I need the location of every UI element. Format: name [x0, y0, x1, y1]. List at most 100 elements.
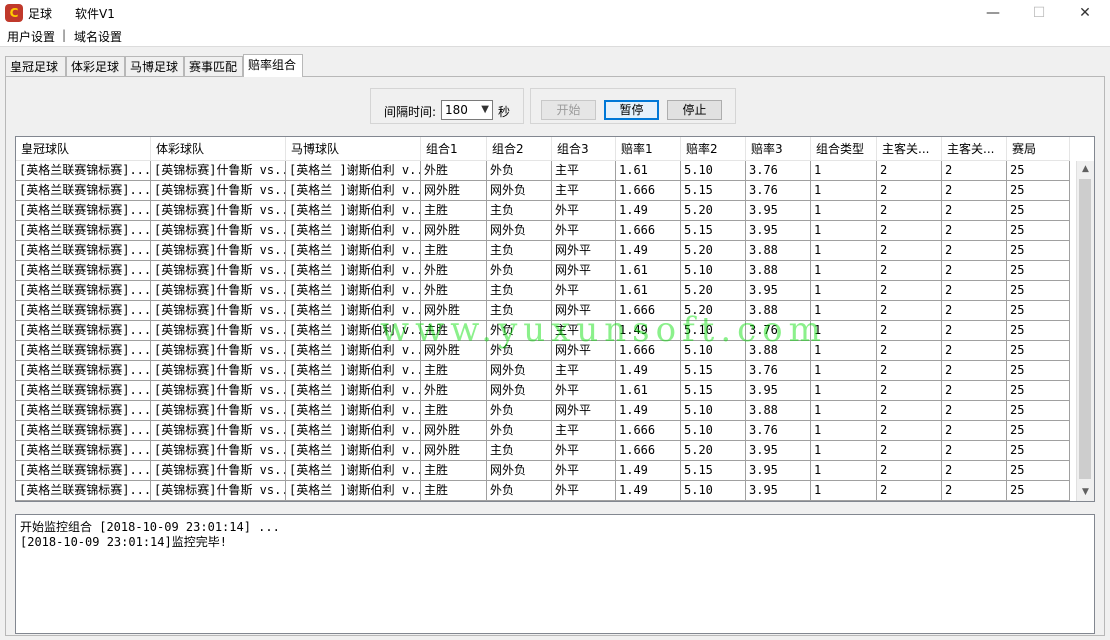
- table-cell: 25: [1007, 481, 1070, 501]
- table-cell: 5.20: [681, 441, 746, 461]
- table-cell: [英格兰 ]谢斯伯利 v...: [286, 181, 421, 201]
- table-cell: 外负: [487, 341, 552, 361]
- table-cell: 网外胜: [421, 421, 487, 441]
- table-cell: 网外负: [487, 361, 552, 381]
- table-cell: 1.666: [616, 421, 681, 441]
- stop-button[interactable]: 停止: [667, 100, 722, 120]
- tab-odds-combination[interactable]: 赔率组合: [243, 54, 303, 77]
- table-cell: 2: [877, 421, 942, 441]
- table-cell: [英格兰联赛锦标赛]...: [16, 361, 151, 381]
- table-cell: 主平: [552, 321, 616, 341]
- table-cell: 网外负: [487, 461, 552, 481]
- interval-unit: 秒: [498, 105, 511, 119]
- table-cell: [英格兰 ]谢斯伯利 v...: [286, 281, 421, 301]
- table-cell: 5.10: [681, 341, 746, 361]
- column-header[interactable]: 赛局: [1007, 137, 1070, 161]
- log-output[interactable]: 开始监控组合 [2018-10-09 23:01:14] ... [2018-10…: [15, 514, 1095, 634]
- table-cell: 25: [1007, 181, 1070, 201]
- table-cell: [英格兰 ]谢斯伯利 v...: [286, 301, 421, 321]
- table-cell: 外胜: [421, 161, 487, 181]
- scroll-down-icon[interactable]: ▼: [1077, 484, 1094, 501]
- vertical-scrollbar[interactable]: ▲ ▼: [1076, 161, 1094, 501]
- tab-crown-football[interactable]: 皇冠足球: [5, 56, 66, 76]
- table-cell: 3.95: [746, 201, 811, 221]
- pause-button[interactable]: 暂停: [604, 100, 659, 120]
- table-cell: 外胜: [421, 381, 487, 401]
- table-cell: 1: [811, 421, 877, 441]
- table-cell: [英格兰 ]谢斯伯利 v...: [286, 161, 421, 181]
- column-header[interactable]: 组合3: [552, 137, 616, 161]
- column-header[interactable]: 马博球队: [286, 137, 421, 161]
- table-cell: 3.95: [746, 481, 811, 501]
- start-button[interactable]: 开始: [541, 100, 596, 120]
- close-button[interactable]: ✕: [1062, 0, 1108, 26]
- table-cell: 3.76: [746, 361, 811, 381]
- column-header[interactable]: 皇冠球队: [16, 137, 151, 161]
- table-cell: 1: [811, 161, 877, 181]
- table-cell: 2: [942, 281, 1007, 301]
- table-cell: 外平: [552, 481, 616, 501]
- table-cell: [英锦标赛]什鲁斯 vs...: [151, 281, 286, 301]
- table-cell: [英锦标赛]什鲁斯 vs...: [151, 481, 286, 501]
- table-cell: [英格兰联赛锦标赛]...: [16, 261, 151, 281]
- table-cell: 2: [942, 481, 1007, 501]
- table-cell: 主负: [487, 301, 552, 321]
- table-cell: 外负: [487, 481, 552, 501]
- maximize-button[interactable]: ☐: [1016, 0, 1062, 26]
- column-header[interactable]: 赔率1: [616, 137, 681, 161]
- table-cell: 5.20: [681, 201, 746, 221]
- column-header[interactable]: 组合类型: [811, 137, 877, 161]
- interval-select[interactable]: 180 ▼: [441, 100, 493, 120]
- table-cell: 2: [942, 341, 1007, 361]
- table-cell: 主负: [487, 281, 552, 301]
- scroll-up-icon[interactable]: ▲: [1077, 161, 1094, 178]
- table-cell: 2: [942, 201, 1007, 221]
- table-cell: [英格兰联赛锦标赛]...: [16, 401, 151, 421]
- table-cell: 25: [1007, 241, 1070, 261]
- column-header[interactable]: 组合2: [487, 137, 552, 161]
- tab-lottery-football[interactable]: 体彩足球: [66, 56, 125, 76]
- table-cell: [英锦标赛]什鲁斯 vs...: [151, 261, 286, 281]
- tab-match-pairing[interactable]: 赛事匹配: [184, 56, 243, 76]
- table-cell: [英锦标赛]什鲁斯 vs...: [151, 161, 286, 181]
- table-cell: [英锦标赛]什鲁斯 vs...: [151, 201, 286, 221]
- column-header[interactable]: 赔率2: [681, 137, 746, 161]
- app-name: 足球: [28, 7, 53, 21]
- menu-bar: 用户设置 | 域名设置: [0, 26, 1110, 47]
- table-cell: 1: [811, 201, 877, 221]
- column-header[interactable]: 主客关...: [942, 137, 1007, 161]
- table-cell: 1.666: [616, 341, 681, 361]
- minimize-button[interactable]: —: [970, 0, 1016, 26]
- table-cell: [英锦标赛]什鲁斯 vs...: [151, 361, 286, 381]
- table-cell: 1.49: [616, 201, 681, 221]
- table-cell: 2: [877, 161, 942, 181]
- table-cell: [英格兰联赛锦标赛]...: [16, 421, 151, 441]
- table-cell: 主胜: [421, 361, 487, 381]
- table-cell: 2: [942, 421, 1007, 441]
- column-header[interactable]: 赔率3: [746, 137, 811, 161]
- table-cell: [英格兰联赛锦标赛]...: [16, 441, 151, 461]
- table-cell: 外负: [487, 421, 552, 441]
- odds-table[interactable]: 皇冠球队 体彩球队 马博球队 组合1 组合2 组合3 赔率1 赔率2 赔率3 组合类型 主客关...…: [15, 136, 1095, 502]
- table-cell: 主胜: [421, 401, 487, 421]
- table-cell: 主负: [487, 441, 552, 461]
- table-cell: [英格兰 ]谢斯伯利 v...: [286, 461, 421, 481]
- menu-domain-settings[interactable]: 域名设置: [74, 28, 122, 45]
- table-cell: [英格兰联赛锦标赛]...: [16, 201, 151, 221]
- column-header[interactable]: 体彩球队: [151, 137, 286, 161]
- table-cell: 2: [877, 321, 942, 341]
- column-header[interactable]: 主客关...: [877, 137, 942, 161]
- menu-user-settings[interactable]: 用户设置: [7, 28, 55, 45]
- table-cell: 主胜: [421, 481, 487, 501]
- table-cell: [英锦标赛]什鲁斯 vs...: [151, 181, 286, 201]
- table-cell: 网外胜: [421, 341, 487, 361]
- column-header[interactable]: 组合1: [421, 137, 487, 161]
- table-cell: 主平: [552, 161, 616, 181]
- table-cell: 2: [942, 161, 1007, 181]
- tab-mabo-football[interactable]: 马博足球: [125, 56, 184, 76]
- table-cell: 外平: [552, 461, 616, 481]
- scroll-thumb[interactable]: [1079, 179, 1091, 479]
- table-cell: 1: [811, 221, 877, 241]
- table-cell: 3.76: [746, 161, 811, 181]
- table-cell: 2: [942, 261, 1007, 281]
